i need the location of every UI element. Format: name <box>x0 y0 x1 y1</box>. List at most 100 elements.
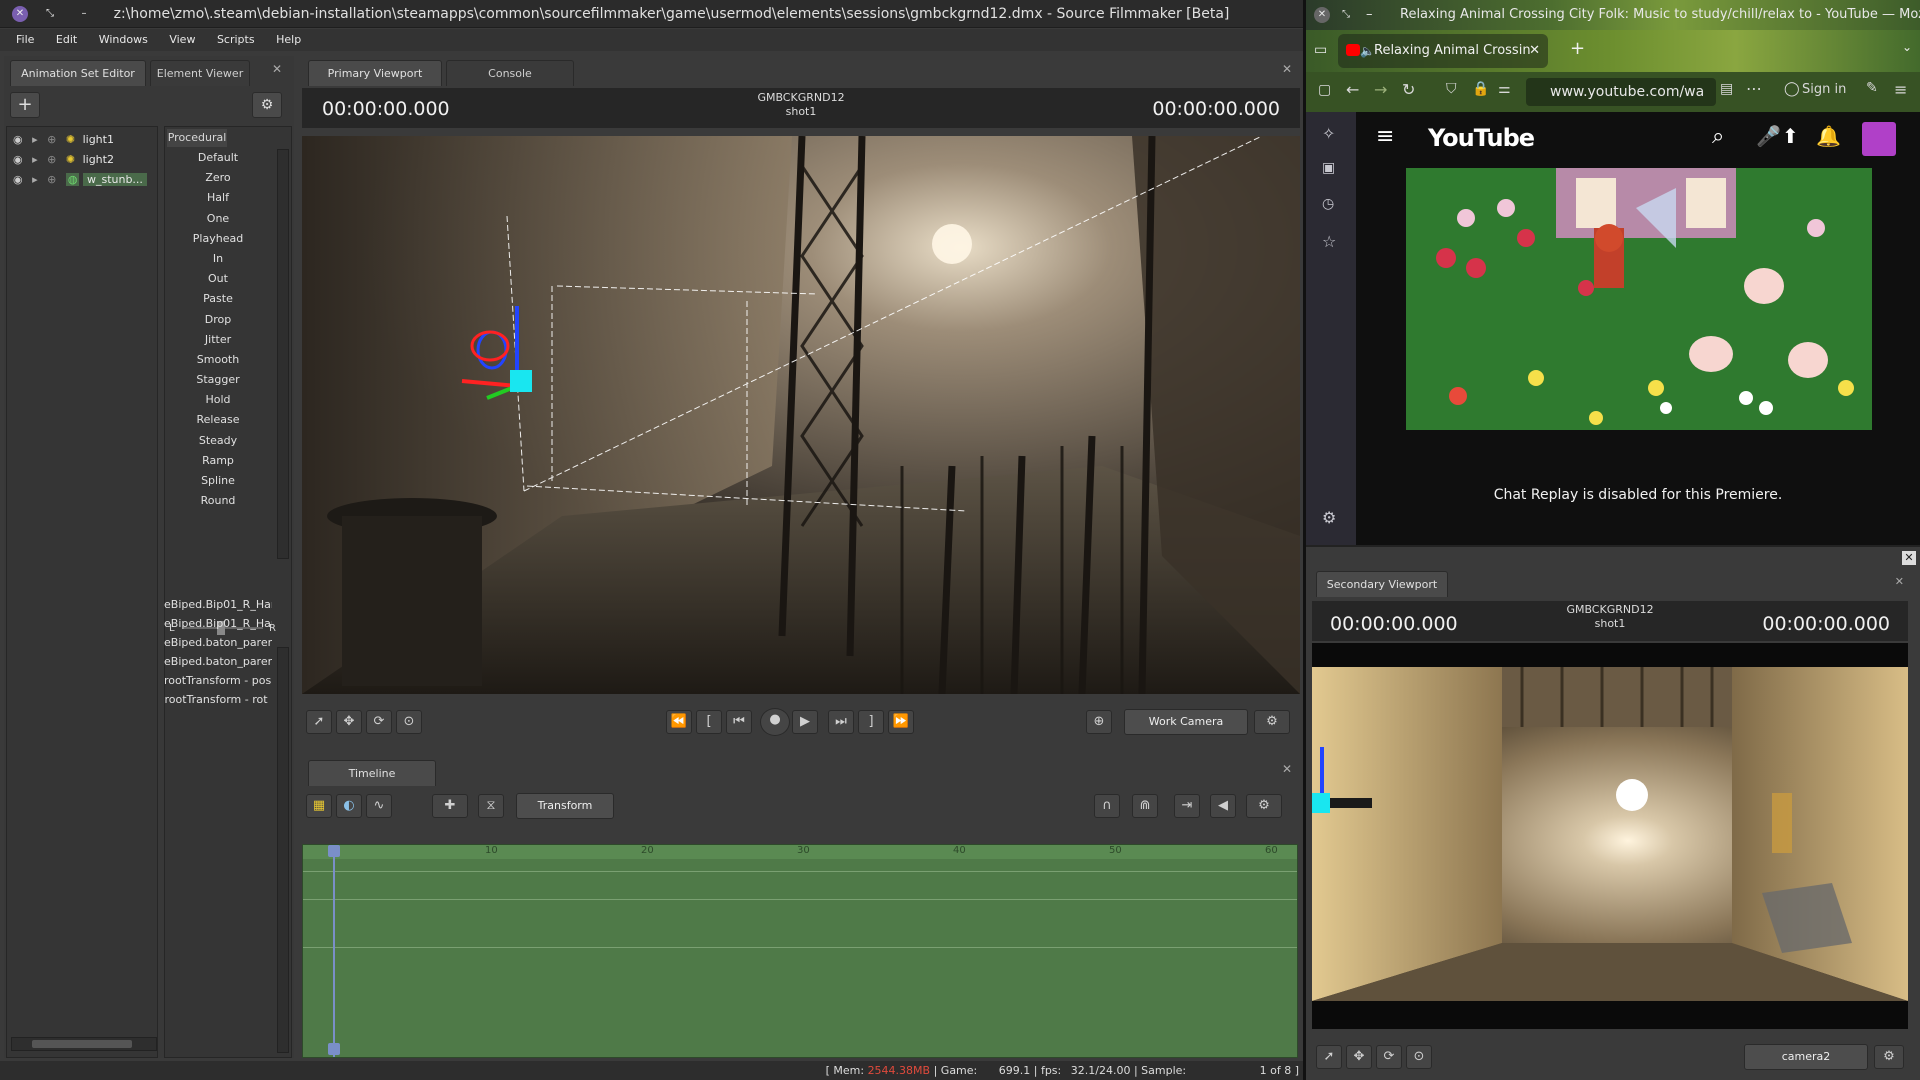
forward-icon[interactable]: → <box>1374 80 1387 99</box>
secondary-viewport-render[interactable] <box>1312 643 1908 1029</box>
skip-start-icon[interactable]: ⏮ <box>726 710 752 734</box>
procedural-jitter[interactable]: Jitter <box>165 330 271 350</box>
url-field[interactable]: www.youtube.com/wa <box>1526 78 1716 106</box>
history-icon[interactable]: ◷ <box>1322 196 1334 212</box>
procedural-stagger[interactable]: Stagger <box>165 370 271 390</box>
play-icon[interactable]: ▶ <box>792 710 818 734</box>
panel-close-icon[interactable]: ✕ <box>272 62 282 76</box>
camera-select-dropdown[interactable]: Work Camera <box>1124 709 1248 735</box>
procedural-steady[interactable]: Steady <box>165 431 271 451</box>
channel-item[interactable]: eBiped.baton_parent - <box>164 652 272 671</box>
record-icon[interactable]: ● <box>760 708 790 736</box>
visibility-eye-icon[interactable]: ◉ <box>13 173 23 186</box>
notifications-bell-icon[interactable]: 🔔 <box>1816 124 1841 148</box>
reader-view-icon[interactable]: ▤ <box>1720 81 1733 97</box>
procedural-drop[interactable]: Drop <box>165 310 271 330</box>
lock-icon[interactable]: ⊕ <box>47 173 56 186</box>
procedural-smooth[interactable]: Smooth <box>165 350 271 370</box>
tab-animation-set-editor[interactable]: Animation Set Editor <box>10 60 146 86</box>
snap-icon[interactable]: ∩ <box>1094 794 1120 818</box>
transform-mode-dropdown[interactable]: Transform <box>516 793 614 819</box>
microphone-icon[interactable]: 🎤 <box>1756 124 1781 148</box>
channel-item[interactable]: eBiped.baton_parent - <box>164 633 272 652</box>
goto-end-icon[interactable]: ⇥ <box>1174 794 1200 818</box>
timeline-track-area[interactable]: 10 20 30 40 50 60 <box>302 844 1298 1058</box>
tab-audio-icon[interactable]: 🔈 <box>1360 34 1375 68</box>
pivot-tool-icon[interactable]: ⊙ <box>1406 1045 1432 1069</box>
procedural-spline[interactable]: Spline <box>165 471 271 491</box>
move-tool-icon[interactable]: ✥ <box>336 710 362 734</box>
procedural-default[interactable]: Default <box>165 148 271 168</box>
graph-editor-icon[interactable]: ∿ <box>366 794 392 818</box>
avatar[interactable] <box>1862 122 1896 156</box>
lock-icon[interactable]: ⊕ <box>47 153 56 166</box>
menu-edit[interactable]: Edit <box>47 29 86 50</box>
tab-console[interactable]: Console <box>446 60 574 86</box>
horizontal-scrollbar[interactable] <box>11 1037 157 1051</box>
tree-item-light2[interactable]: ◉ ▸ ⊕ ✺ light2 <box>13 151 114 169</box>
youtube-video-player[interactable] <box>1406 168 1872 430</box>
add-animation-set-button[interactable]: + <box>10 92 40 118</box>
lock-icon[interactable]: ⊕ <box>47 133 56 146</box>
vertical-scrollbar[interactable] <box>277 647 289 1053</box>
pivot-tool-icon[interactable]: ⊙ <box>396 710 422 734</box>
tree-item-light1[interactable]: ◉ ▸ ⊕ ✺ light1 <box>13 131 114 149</box>
close-window-icon[interactable]: ✕ <box>1314 7 1330 23</box>
tree-item-w-stunbaton[interactable]: ◉ ▸ ⊕ ◍ w_stunb... <box>13 171 147 189</box>
tracking-shield-icon[interactable]: ⛉ <box>1446 81 1457 97</box>
menu-windows[interactable]: Windows <box>90 29 157 50</box>
rewind-icon[interactable]: ⏪ <box>666 710 692 734</box>
signin-label[interactable]: Sign in <box>1802 82 1846 97</box>
procedural-in[interactable]: In <box>165 249 271 269</box>
sidebar-icon[interactable]: ▢ <box>1318 82 1331 98</box>
synced-tabs-icon[interactable]: ▣ <box>1322 160 1335 176</box>
panel-close-icon[interactable]: ✕ <box>1282 62 1292 76</box>
settings-gear-icon[interactable]: ⚙ <box>252 92 282 118</box>
menu-file[interactable]: File <box>0 29 43 50</box>
add-key-icon[interactable]: ✚ <box>432 794 468 818</box>
playhead[interactable] <box>333 845 335 1057</box>
fast-forward-icon[interactable]: ⏩ <box>888 710 914 734</box>
playhead-handle-bottom[interactable] <box>328 1043 340 1055</box>
panel-close-icon[interactable]: ✕ <box>1895 575 1904 588</box>
tab-close-icon[interactable]: ✕ <box>1529 34 1540 68</box>
mute-audio-icon[interactable]: ◀ <box>1210 794 1236 818</box>
tab-timeline[interactable]: Timeline <box>308 760 436 786</box>
tab-element-viewer[interactable]: Element Viewer <box>150 60 250 86</box>
expand-arrow-icon[interactable]: ▸ <box>32 153 38 166</box>
select-tool-icon[interactable]: ➚ <box>306 710 332 734</box>
rotate-tool-icon[interactable]: ⟳ <box>366 710 392 734</box>
tab-list-chevron-icon[interactable]: ⌄ <box>1902 40 1912 54</box>
vertical-scrollbar[interactable] <box>277 149 289 559</box>
new-tab-icon[interactable]: + <box>1570 38 1585 59</box>
extensions-icon[interactable]: ✎ <box>1866 80 1878 96</box>
visibility-eye-icon[interactable]: ◉ <box>13 153 23 166</box>
menu-help[interactable]: Help <box>267 29 310 50</box>
firefox-active-tab[interactable]: 🔈 Relaxing Animal Crossin ✕ <box>1338 34 1548 68</box>
expand-arrow-icon[interactable]: ▸ <box>32 173 38 186</box>
procedural-one[interactable]: One <box>165 209 271 229</box>
procedural-playhead[interactable]: Playhead <box>165 229 271 249</box>
sidebar-toggle-icon[interactable]: ▭ <box>1314 42 1327 58</box>
permissions-icon[interactable]: ⚌ <box>1498 81 1511 97</box>
minimize-window-icon[interactable]: – <box>1366 0 1373 30</box>
floating-window-close-icon[interactable]: ✕ <box>1902 551 1916 565</box>
channel-item[interactable]: eBiped.Bip01_R_Hand <box>164 614 272 633</box>
restore-window-icon[interactable]: ⤡ <box>1342 0 1350 30</box>
ai-chatbot-icon[interactable]: ✧ <box>1322 124 1335 143</box>
page-actions-icon[interactable]: ⋯ <box>1746 79 1762 98</box>
tab-primary-viewport[interactable]: Primary Viewport <box>308 60 442 86</box>
clip-editor-icon[interactable]: ▦ <box>306 794 332 818</box>
snap-frame-icon[interactable]: ⋒ <box>1132 794 1158 818</box>
primary-viewport-render[interactable] <box>302 136 1300 694</box>
hamburger-menu-icon[interactable]: ≡ <box>1376 124 1394 149</box>
select-tool-icon[interactable]: ➚ <box>1316 1045 1342 1069</box>
viewport-settings-gear-icon[interactable]: ⚙ <box>1874 1045 1904 1069</box>
tab-secondary-viewport[interactable]: Secondary Viewport <box>1316 571 1448 597</box>
youtube-logo[interactable]: YouTube <box>1428 124 1535 152</box>
motion-editor-icon[interactable]: ◐ <box>336 794 362 818</box>
rotate-tool-icon[interactable]: ⟳ <box>1376 1045 1402 1069</box>
procedural-zero[interactable]: Zero <box>165 168 271 188</box>
procedural-ramp[interactable]: Ramp <box>165 451 271 471</box>
procedural-release[interactable]: Release <box>165 410 271 430</box>
